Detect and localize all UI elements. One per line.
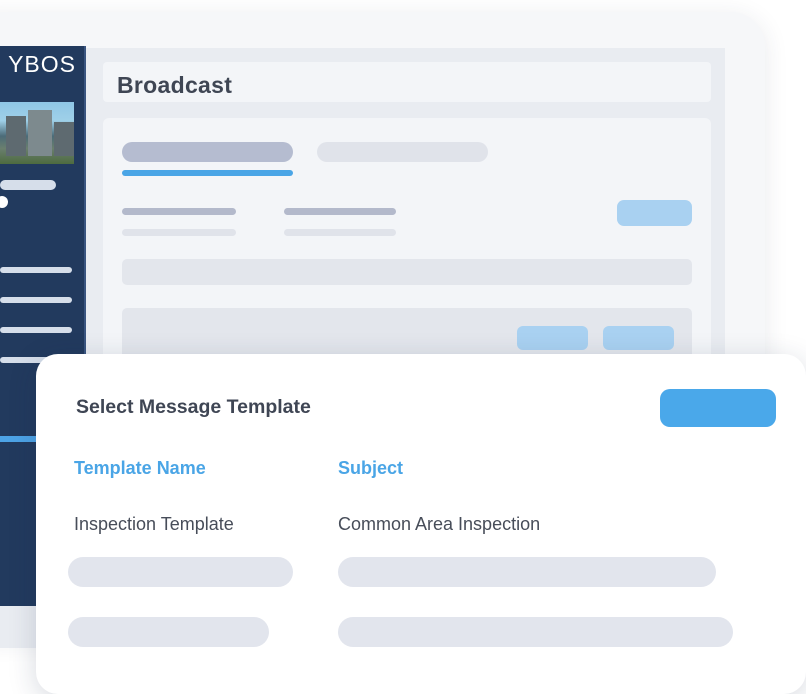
sidebar-item[interactable] bbox=[0, 327, 72, 333]
page-title: Broadcast bbox=[117, 72, 233, 98]
cell-template-name[interactable]: Inspection Template bbox=[74, 514, 234, 535]
tab-placeholder-active[interactable] bbox=[122, 142, 293, 162]
sidebar-item[interactable] bbox=[0, 297, 72, 303]
sidebar-item[interactable] bbox=[0, 267, 72, 273]
field-label-placeholder bbox=[122, 208, 236, 215]
property-photo bbox=[0, 102, 74, 164]
column-header-template-name[interactable]: Template Name bbox=[74, 458, 206, 479]
row-placeholder[interactable] bbox=[68, 557, 293, 587]
row-placeholder[interactable] bbox=[338, 557, 716, 587]
broadcast-panel bbox=[103, 118, 711, 388]
sidebar-property-name bbox=[0, 180, 56, 190]
column-header-subject[interactable]: Subject bbox=[338, 458, 403, 479]
field-value-placeholder bbox=[284, 229, 396, 236]
action-button-placeholder[interactable] bbox=[617, 200, 692, 226]
filter-button-placeholder[interactable] bbox=[517, 326, 588, 350]
dialog-action-button[interactable] bbox=[660, 389, 776, 427]
filter-button-placeholder[interactable] bbox=[603, 326, 674, 350]
row-placeholder[interactable] bbox=[68, 617, 269, 647]
field-label-placeholder bbox=[284, 208, 396, 215]
tab-placeholder[interactable] bbox=[317, 142, 488, 162]
dialog-title: Select Message Template bbox=[76, 396, 311, 418]
tab-underline bbox=[122, 170, 293, 176]
cell-subject[interactable]: Common Area Inspection bbox=[338, 514, 540, 535]
field-value-placeholder bbox=[122, 229, 236, 236]
logo: YBOS bbox=[8, 51, 76, 77]
sidebar-status-dot bbox=[0, 196, 8, 208]
search-bar-placeholder[interactable] bbox=[122, 259, 692, 285]
row-placeholder[interactable] bbox=[338, 617, 733, 647]
